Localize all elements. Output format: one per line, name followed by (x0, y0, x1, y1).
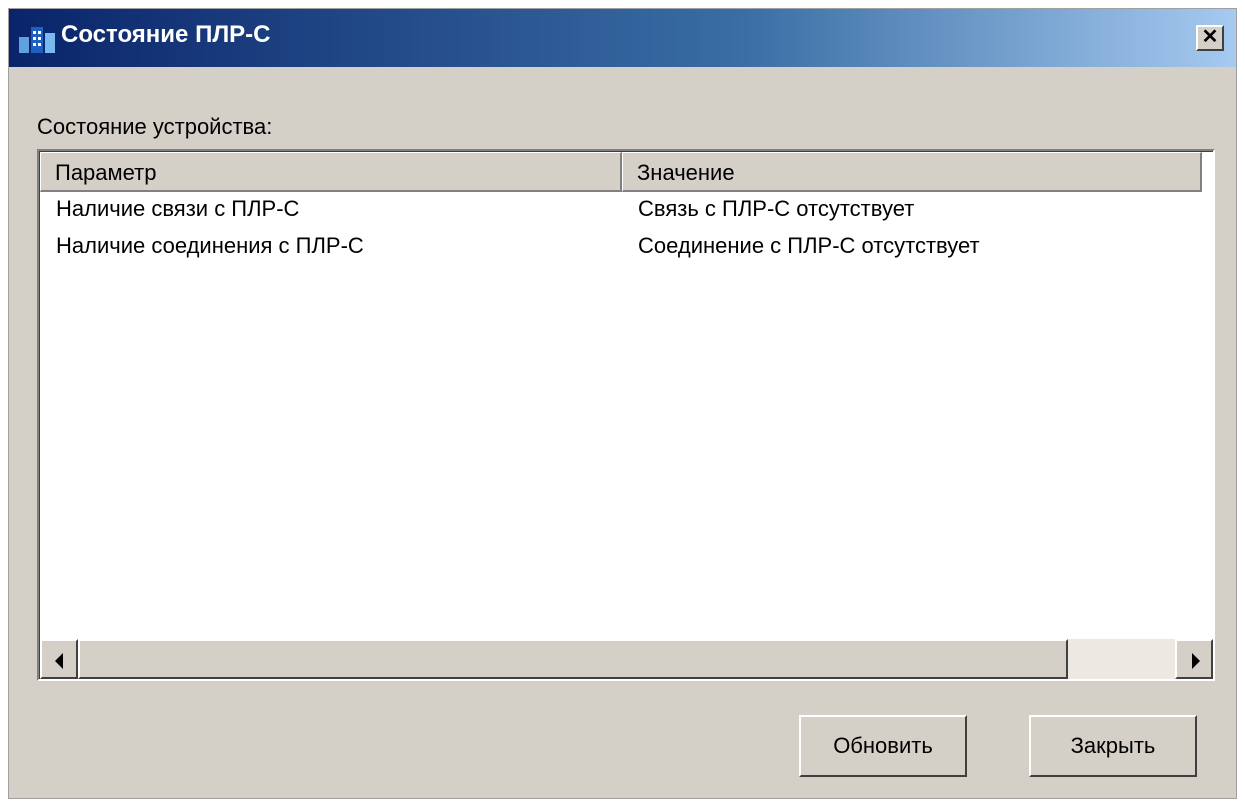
close-icon: ✕ (1201, 26, 1219, 48)
title-bar[interactable]: Состояние ПЛР-С ✕ (9, 9, 1236, 67)
close-button[interactable]: Закрыть (1029, 715, 1197, 777)
row-parameter: Наличие связи с ПЛР-С (56, 196, 300, 221)
scroll-thumb[interactable] (78, 639, 1068, 679)
list-row[interactable]: Наличие связи с ПЛР-С Связь с ПЛР-С отсу… (40, 192, 1213, 229)
list-row[interactable]: Наличие соединения с ПЛР-С Соединение с … (40, 229, 1213, 266)
column-header-parameter[interactable]: Параметр (40, 152, 622, 192)
device-status-label: Состояние устройства: (37, 114, 273, 139)
row-parameter: Наличие соединения с ПЛР-С (56, 233, 364, 258)
list-rows: Наличие связи с ПЛР-С Связь с ПЛР-С отсу… (40, 192, 1213, 266)
arrow-left-icon (55, 653, 63, 669)
close-window-button[interactable]: ✕ (1196, 25, 1224, 51)
scroll-left-button[interactable] (40, 639, 78, 679)
status-list-view[interactable]: Параметр Значение Наличие связи с ПЛР-С … (37, 149, 1215, 681)
arrow-right-icon (1192, 653, 1200, 669)
building-app-icon (19, 27, 55, 53)
dialog-window: Состояние ПЛР-С ✕ Состояние устройства: … (8, 8, 1237, 799)
refresh-button[interactable]: Обновить (799, 715, 967, 777)
scroll-right-button[interactable] (1175, 639, 1213, 679)
horizontal-scrollbar[interactable] (40, 639, 1213, 679)
row-value: Связь с ПЛР-С отсутствует (638, 196, 915, 221)
window-title: Состояние ПЛР-С (61, 21, 271, 48)
column-header-value[interactable]: Значение (622, 152, 1202, 192)
row-value: Соединение с ПЛР-С отсутствует (638, 233, 980, 258)
list-header: Параметр Значение (40, 152, 1213, 192)
